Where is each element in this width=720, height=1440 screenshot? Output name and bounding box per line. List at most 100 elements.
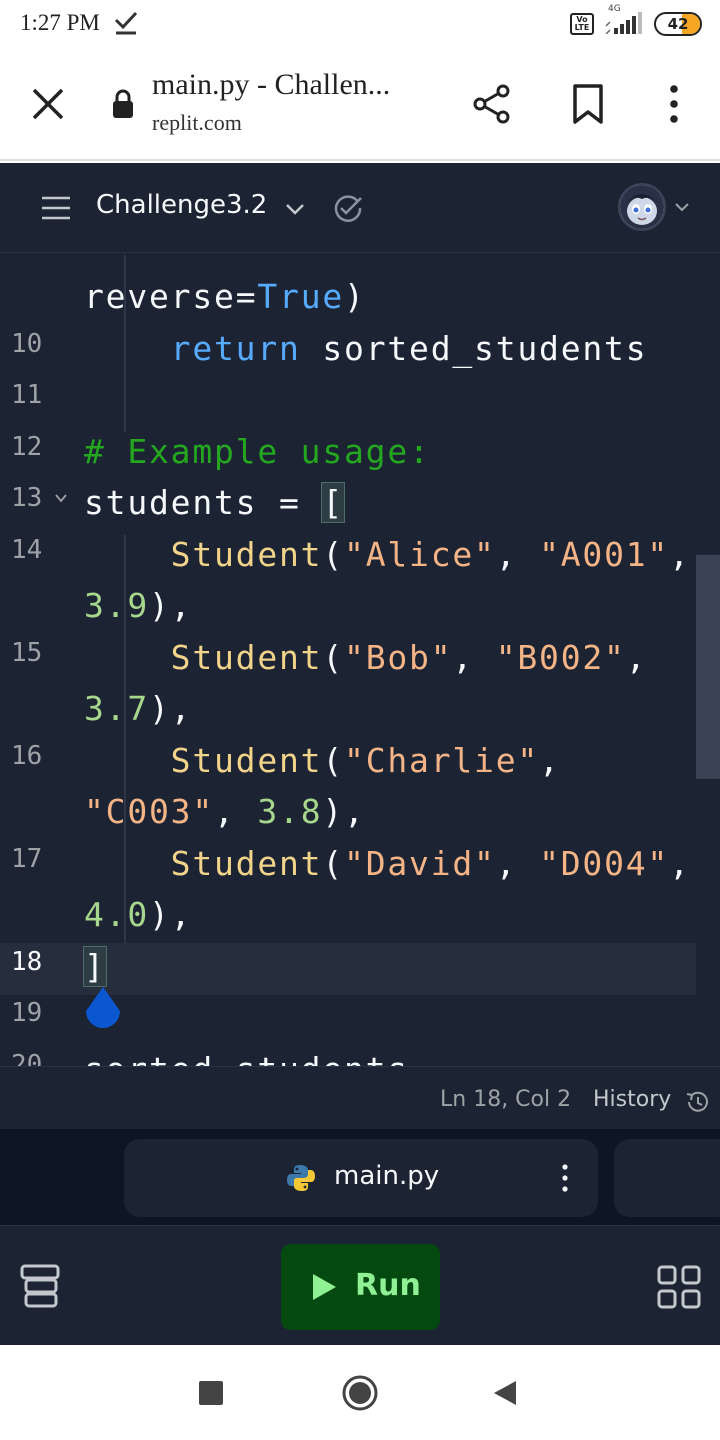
code-token: students = [84,483,323,522]
code-line[interactable]: 4.0), [0,895,720,947]
history-button[interactable]: History [593,1087,671,1112]
code-token: ( [322,637,345,677]
fold-chevron-icon[interactable] [54,491,68,505]
run-button[interactable]: Run [281,1244,440,1330]
status-time: 1:27 PM [20,10,100,35]
grid-icon[interactable] [656,1264,702,1310]
code-line[interactable]: 13 students = [ [0,482,720,535]
hamburger-icon[interactable] [40,195,72,221]
nav-recents-icon[interactable] [199,1381,223,1405]
more-vert-icon[interactable] [552,1161,578,1195]
code-line[interactable]: "C003", 3.8), [0,792,720,844]
code-token: "B002" [495,637,626,677]
share-icon[interactable] [470,82,514,126]
code-text: Student("Alice", "A001", [84,535,691,574]
file-tab-next[interactable] [614,1139,720,1217]
code-token: "Alice" [344,534,496,574]
cursor-handle[interactable] [82,985,124,1037]
code-text: reverse=True) [84,277,366,316]
nav-back-icon[interactable] [492,1379,518,1407]
code-token: Student [170,740,323,780]
code-line[interactable]: 11 [0,380,720,432]
code-text: 4.0), [84,895,192,934]
line-number: 13 [11,483,43,513]
battery-level: 42 [667,15,689,33]
code-line[interactable]: 14 Student("Alice", "A001", [0,535,720,587]
code-token: "David" [344,843,496,883]
page-url[interactable]: replit.com [152,110,242,136]
code-text: "C003", 3.8), [84,792,366,831]
code-token: ( [322,534,345,574]
replit-app: Challenge3.2 reverse=True) 10 return sor… [0,163,720,1345]
file-tabs: main.py [0,1129,720,1225]
code-line[interactable]: 3.9), [0,586,720,638]
code-line[interactable]: 17 Student("David", "D004", [0,844,720,896]
code-text: Student("Charlie", [84,741,561,780]
line-number: 14 [11,534,43,565]
line-number: 10 [11,328,43,359]
system-status-bar: 1:27 PM Vo LTE 4G 42 [0,0,720,50]
file-tab-name: main.py [334,1161,440,1191]
code-token: , [495,843,540,883]
code-token: "D004" [539,843,670,883]
code-line[interactable]: 3.7), [0,689,720,741]
avatar-image [620,185,664,229]
bookmark-icon[interactable] [566,82,610,126]
nav-home-icon[interactable] [341,1374,379,1412]
code-line[interactable]: 10 return sorted_students [0,329,720,381]
code-line[interactable]: reverse=True) [0,277,720,329]
code-token: Student [170,534,323,574]
code-token: 3.8 [257,792,323,831]
code-token: "Charlie" [344,740,540,780]
history-icon[interactable] [684,1089,710,1115]
line-number: 12 [11,431,43,462]
code-token: ] [83,945,107,987]
lock-icon[interactable] [110,88,136,120]
code-token: sorted_students [300,328,648,368]
code-token: Student [170,843,323,883]
code-token: "Bob" [344,637,453,677]
code-text: Student("David", "D004", [84,844,691,883]
code-line[interactable]: 12 # Example usage: [0,432,720,484]
line-number: 19 [11,998,43,1028]
close-icon[interactable] [26,82,70,126]
more-vert-icon[interactable] [652,82,696,126]
repl-name[interactable]: Challenge3.2 [96,190,267,220]
code-line[interactable]: 15 Student("Bob", "B002", [0,638,720,690]
chevron-down-icon[interactable] [672,197,692,217]
code-token: , [214,792,258,831]
code-token: ) [344,277,366,316]
code-text: return sorted_students [84,329,647,368]
code-token: return [170,328,301,368]
system-nav-bar [0,1345,720,1440]
code-text: # Example usage: [84,432,431,471]
code-token: ), [322,792,366,831]
chevron-down-icon[interactable] [282,196,308,222]
line-number: 18 [11,946,43,977]
checkpoint-icon[interactable] [332,193,364,223]
repl-header: Challenge3.2 [0,163,720,253]
code-token: ), [149,895,193,934]
code-token: "A001" [539,534,670,574]
code-line[interactable]: 16 Student("Charlie", [0,741,720,793]
editor-scrollbar[interactable] [696,555,720,779]
bottom-toolbar: Run [0,1225,720,1345]
page-title[interactable]: main.py - Challen... [152,68,442,102]
battery-indicator: 42 [654,12,702,36]
line-number: 11 [11,380,43,410]
file-tab-main[interactable]: main.py [124,1139,598,1217]
python-icon [287,1165,315,1191]
code-token: 3.7 [84,689,150,728]
tools-icon[interactable] [20,1264,60,1308]
code-text: 3.9), [84,586,192,625]
code-token: ), [149,689,193,728]
editor-status-line: Ln 18, Col 2 History [0,1066,720,1128]
cursor-position[interactable]: Ln 18, Col 2 [440,1087,571,1112]
avatar[interactable] [618,183,666,231]
code-token: = [235,277,258,316]
code-token: reverse [84,277,236,316]
